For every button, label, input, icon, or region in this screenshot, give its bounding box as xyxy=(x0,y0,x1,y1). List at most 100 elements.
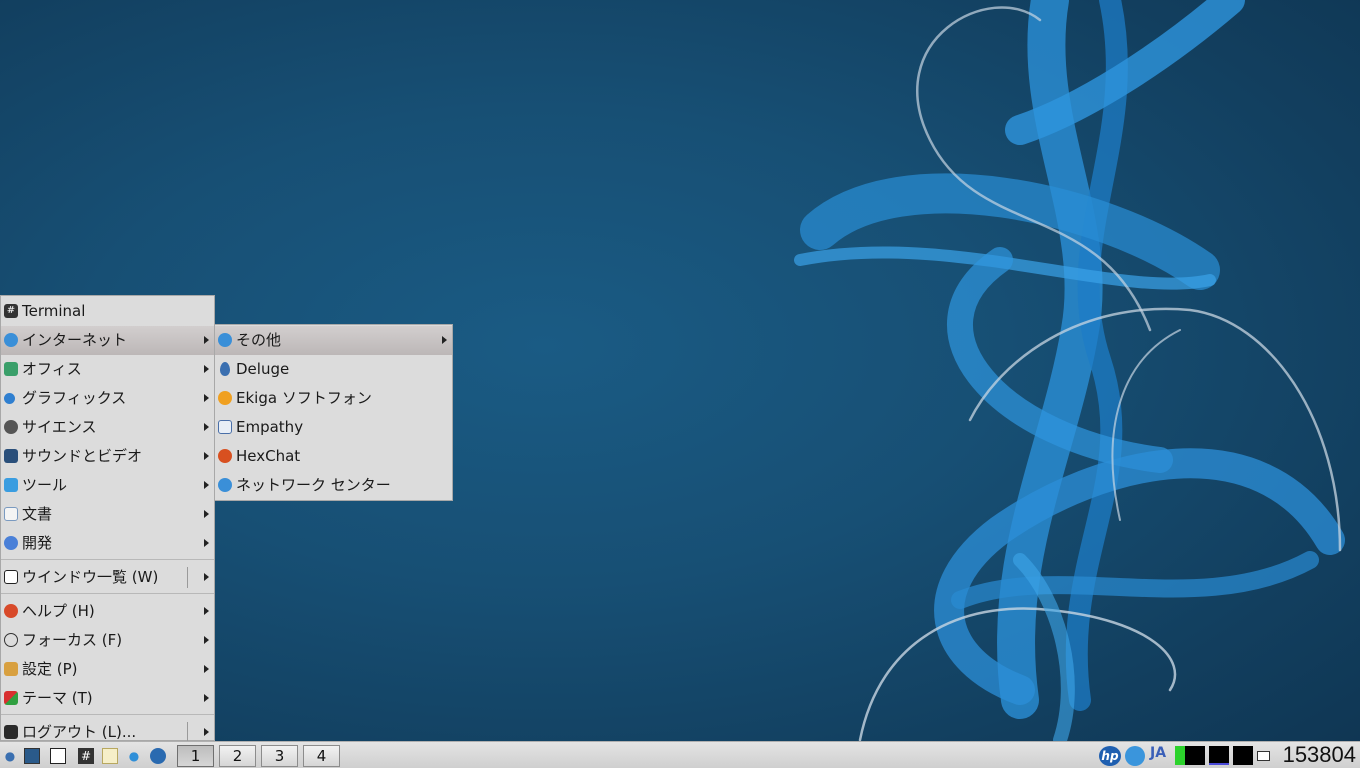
menu-item-label: インターネット xyxy=(22,331,128,349)
hexchat-icon xyxy=(218,449,232,463)
submenu-item-empathy[interactable]: Empathy xyxy=(215,413,452,442)
menu-item-label: 文書 xyxy=(22,505,53,523)
mail-icon[interactable] xyxy=(1257,751,1270,761)
window-list-icon xyxy=(4,570,18,584)
submenu-item-other[interactable]: その他 xyxy=(215,326,452,355)
chevron-right-icon xyxy=(204,573,209,581)
workspace-label: 2 xyxy=(232,747,243,765)
clock[interactable]: 153804 xyxy=(1283,742,1356,768)
menu-item-label: サイエンス xyxy=(22,418,97,436)
chevron-right-icon xyxy=(204,394,209,402)
menu-item-science[interactable]: サイエンス xyxy=(1,413,214,442)
chevron-right-icon xyxy=(204,423,209,431)
chevron-right-icon xyxy=(204,510,209,518)
menu-item-settings[interactable]: 設定 (P) xyxy=(1,655,214,684)
ekiga-icon xyxy=(218,391,232,405)
workspace-1[interactable]: 1 xyxy=(177,745,214,767)
menu-item-label: オフィス xyxy=(22,360,82,378)
terminal-icon: # xyxy=(4,304,18,318)
drop-icon[interactable]: ● xyxy=(2,748,18,764)
menu-item-internet[interactable]: インターネット xyxy=(1,326,214,355)
menu-item-terminal[interactable]: # Terminal xyxy=(1,297,214,326)
chevron-right-icon xyxy=(442,336,447,344)
network-icon[interactable]: ● xyxy=(126,748,142,764)
terminal-icon[interactable]: # xyxy=(78,748,94,764)
chevron-right-icon xyxy=(204,539,209,547)
chevron-right-icon xyxy=(204,728,209,736)
development-icon xyxy=(4,536,18,550)
desktop-icon[interactable] xyxy=(24,748,40,764)
menu-item-development[interactable]: 開発 xyxy=(1,529,214,558)
menu-item-label: 設定 (P) xyxy=(22,660,78,678)
menu-separator xyxy=(1,593,214,596)
chevron-right-icon xyxy=(204,481,209,489)
menu-item-window-list[interactable]: ウインドウ一覧 (W) xyxy=(1,563,214,592)
notes-icon[interactable] xyxy=(102,748,118,764)
other-icon xyxy=(218,333,232,347)
menu-item-label: ヘルプ (H) xyxy=(22,602,95,620)
submenu-item-deluge[interactable]: Deluge xyxy=(215,355,452,384)
workspace-4[interactable]: 4 xyxy=(303,745,340,767)
menu-item-label: ログアウト (L)... xyxy=(22,723,137,741)
menu-separator xyxy=(1,559,214,562)
deluge-icon xyxy=(220,362,230,376)
submenu-item-ekiga[interactable]: Ekiga ソフトフォン xyxy=(215,384,452,413)
workspace-3[interactable]: 3 xyxy=(261,745,298,767)
chevron-right-icon xyxy=(204,607,209,615)
chevron-right-icon xyxy=(204,365,209,373)
help-icon xyxy=(4,604,18,618)
taskbar: ● # ● 1 2 3 4 hp JA 153804 xyxy=(0,741,1360,768)
menu-item-label: Ekiga ソフトフォン xyxy=(236,389,372,407)
network-tray-icon[interactable] xyxy=(1125,746,1145,766)
documents-icon xyxy=(4,507,18,521)
menu-item-documents[interactable]: 文書 xyxy=(1,500,214,529)
menu-item-label: ツール xyxy=(22,476,68,494)
empathy-icon xyxy=(218,420,232,434)
chevron-right-icon xyxy=(204,452,209,460)
main-menu: # Terminal インターネット オフィス グラフィックス サイエンス サウ… xyxy=(0,295,215,743)
menu-item-label: サウンドとビデオ xyxy=(22,447,143,465)
menu-item-label: グラフィックス xyxy=(22,389,127,407)
menu-item-label: テーマ (T) xyxy=(22,689,93,707)
workspace-label: 1 xyxy=(190,747,201,765)
workspace-label: 3 xyxy=(274,747,285,765)
split-divider xyxy=(187,722,188,743)
menu-item-label: HexChat xyxy=(236,447,301,465)
menu-item-help[interactable]: ヘルプ (H) xyxy=(1,597,214,626)
menu-item-label: ウインドウ一覧 (W) xyxy=(22,568,159,586)
menu-item-tools[interactable]: ツール xyxy=(1,471,214,500)
menu-item-graphics[interactable]: グラフィックス xyxy=(1,384,214,413)
windows-icon[interactable] xyxy=(50,748,66,764)
workspace-2[interactable]: 2 xyxy=(219,745,256,767)
workspace-label: 4 xyxy=(316,747,327,765)
memory-meter-icon xyxy=(1185,746,1205,765)
tools-icon xyxy=(4,478,18,492)
menu-item-sound-video[interactable]: サウンドとビデオ xyxy=(1,442,214,471)
science-icon xyxy=(4,420,18,434)
ime-indicator[interactable]: JA xyxy=(1150,745,1166,761)
menu-item-label: 開発 xyxy=(22,534,53,552)
chevron-right-icon xyxy=(204,336,209,344)
submenu-item-network-center[interactable]: ネットワーク センター xyxy=(215,471,452,500)
theme-icon xyxy=(4,691,18,705)
browser-icon[interactable] xyxy=(150,748,166,764)
focus-icon xyxy=(4,633,18,647)
menu-item-label: その他 xyxy=(236,331,282,349)
net-meter-icon xyxy=(1209,746,1229,765)
graphics-icon xyxy=(4,393,15,404)
menu-item-label: フォーカス (F) xyxy=(22,631,123,649)
chevron-right-icon xyxy=(204,665,209,673)
internet-icon xyxy=(4,333,18,347)
chevron-right-icon xyxy=(204,694,209,702)
menu-item-label: Empathy xyxy=(236,418,304,436)
menu-item-office[interactable]: オフィス xyxy=(1,355,214,384)
menu-item-label: Deluge xyxy=(236,360,290,378)
settings-icon xyxy=(4,662,18,676)
office-icon xyxy=(4,362,18,376)
menu-item-focus[interactable]: フォーカス (F) xyxy=(1,626,214,655)
submenu-item-hexchat[interactable]: HexChat xyxy=(215,442,452,471)
hp-icon[interactable]: hp xyxy=(1099,746,1121,766)
disk-meter-icon xyxy=(1233,746,1253,765)
logout-icon xyxy=(4,725,18,739)
menu-item-theme[interactable]: テーマ (T) xyxy=(1,684,214,713)
